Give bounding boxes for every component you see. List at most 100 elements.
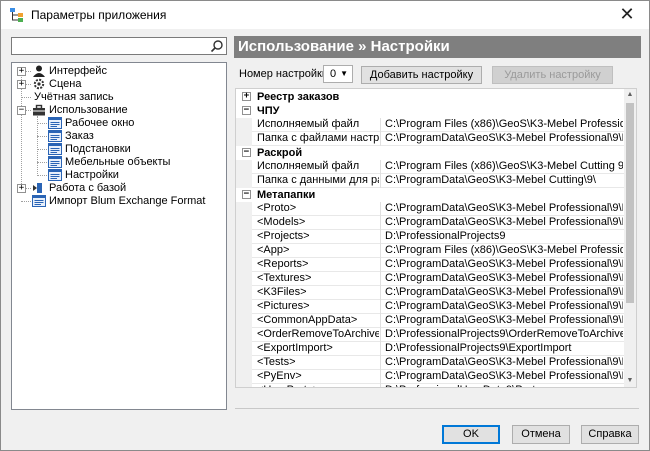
- tree-connector: [37, 149, 47, 150]
- tree-item-учётная-запись[interactable]: Учётная запись: [12, 91, 226, 104]
- row-gutter: [236, 286, 252, 300]
- property-row[interactable]: <K3Files> C:\ProgramData\GeoS\K3-Mebel Pr…: [236, 286, 625, 300]
- setting-number-select[interactable]: 0 ▼: [323, 65, 353, 83]
- property-row[interactable]: Исполняемый файл C:\Program Files (x86)\G…: [236, 160, 625, 174]
- add-setting-button[interactable]: Добавить настройку: [361, 66, 482, 84]
- property-value[interactable]: D:\ProfessionalProjects9: [385, 230, 623, 244]
- cancel-button[interactable]: Отмена: [512, 425, 570, 444]
- property-value[interactable]: C:\ProgramData\GeoS\K3-Mebel Professiona…: [385, 272, 623, 286]
- property-value[interactable]: C:\ProgramData\GeoS\K3-Mebel Professiona…: [385, 132, 623, 146]
- gear-icon-graphic: [33, 78, 45, 90]
- search-icon[interactable]: [210, 39, 224, 53]
- property-row[interactable]: <Pictures> C:\ProgramData\GeoS\K3-Mebel P…: [236, 300, 625, 314]
- tree-connector: [37, 136, 47, 137]
- property-value[interactable]: C:\ProgramData\GeoS\K3-Mebel Professiona…: [385, 286, 623, 300]
- property-value[interactable]: C:\ProgramData\GeoS\K3-Mebel Professiona…: [385, 300, 623, 314]
- collapse-icon[interactable]: −: [242, 190, 251, 199]
- search-input[interactable]: [12, 38, 206, 54]
- tree-item-настройки[interactable]: Настройки: [12, 169, 226, 182]
- column-separator[interactable]: [380, 300, 381, 314]
- property-value[interactable]: C:\ProgramData\GeoS\K3-Mebel Professiona…: [385, 258, 623, 272]
- tree-item-рабочее-окно[interactable]: Рабочее окно: [12, 117, 226, 130]
- category-раскрой[interactable]: − Раскрой: [236, 146, 625, 160]
- collapse-icon[interactable]: −: [242, 106, 251, 115]
- property-row[interactable]: <PyEnv> C:\ProgramData\GeoS\K3-Mebel Prof…: [236, 370, 625, 384]
- tree-item-работа-с-базой[interactable]: + Работа с базой: [12, 182, 226, 195]
- ok-button[interactable]: OK: [442, 425, 500, 444]
- row-gutter: [236, 118, 252, 132]
- property-row[interactable]: <UserProto> D:\ProfessionalUserData9\Prot…: [236, 384, 625, 387]
- column-separator[interactable]: [380, 202, 381, 216]
- property-row[interactable]: Папка с данными для раск... C:\ProgramDat…: [236, 174, 625, 188]
- property-name: <UserProto>: [257, 384, 379, 387]
- tree-item-интерфейс[interactable]: + Интерфейс: [12, 65, 226, 78]
- property-value[interactable]: C:\Program Files (x86)\GeoS\K3-Mebel Pro…: [385, 118, 623, 132]
- property-row[interactable]: <Reports> C:\ProgramData\GeoS\K3-Mebel Pr…: [236, 258, 625, 272]
- property-row[interactable]: <Tests> C:\ProgramData\GeoS\K3-Mebel Prof…: [236, 356, 625, 370]
- scroll-up-icon[interactable]: ▲: [624, 89, 636, 101]
- property-row[interactable]: Исполняемый файл C:\Program Files (x86)\G…: [236, 118, 625, 132]
- property-row[interactable]: <OrderRemoveToArchive> D:\ProfessionalPro…: [236, 328, 625, 342]
- property-value[interactable]: D:\ProfessionalUserData9\Proto: [385, 384, 623, 387]
- collapse-icon[interactable]: −: [17, 106, 26, 115]
- delete-setting-button[interactable]: Удалить настройку: [492, 66, 613, 84]
- property-value[interactable]: C:\ProgramData\GeoS\K3-Mebel Professiona…: [385, 370, 623, 384]
- expand-icon[interactable]: +: [242, 92, 251, 101]
- property-row[interactable]: <Textures> C:\ProgramData\GeoS\K3-Mebel P…: [236, 272, 625, 286]
- column-separator[interactable]: [380, 272, 381, 286]
- property-row[interactable]: <App> C:\Program Files (x86)\GeoS\K3-Mebe…: [236, 244, 625, 258]
- column-separator[interactable]: [380, 356, 381, 370]
- column-separator[interactable]: [380, 328, 381, 342]
- expand-icon[interactable]: +: [17, 67, 26, 76]
- property-value[interactable]: C:\Program Files (x86)\GeoS\K3-Mebel Cut…: [385, 160, 623, 174]
- column-separator[interactable]: [380, 118, 381, 132]
- scroll-thumb[interactable]: [626, 103, 634, 303]
- column-separator[interactable]: [380, 174, 381, 188]
- property-row[interactable]: <ExportImport> D:\ProfessionalProjects9\E…: [236, 342, 625, 356]
- property-value[interactable]: C:\ProgramData\GeoS\K3-Mebel Professiona…: [385, 202, 623, 216]
- property-row[interactable]: <Projects> D:\ProfessionalProjects9: [236, 230, 625, 244]
- column-separator[interactable]: [380, 342, 381, 356]
- column-separator[interactable]: [380, 258, 381, 272]
- tree-item-label: Использование: [49, 104, 128, 116]
- collapse-icon[interactable]: −: [242, 148, 251, 157]
- expand-icon[interactable]: +: [17, 184, 26, 193]
- property-value[interactable]: C:\ProgramData\GeoS\K3-Mebel Professiona…: [385, 356, 623, 370]
- tree-item-сцена[interactable]: + Сцена: [12, 78, 226, 91]
- property-value[interactable]: C:\ProgramData\GeoS\K3-Mebel Cutting\9\: [385, 174, 623, 188]
- column-separator[interactable]: [380, 314, 381, 328]
- property-row[interactable]: <CommonAppData> C:\ProgramData\GeoS\K3-Me…: [236, 314, 625, 328]
- help-button[interactable]: Справка: [581, 425, 639, 444]
- property-value[interactable]: D:\ProfessionalProjects9\OrderRemoveToAr…: [385, 328, 623, 342]
- tree-item-мебельные-объекты[interactable]: Мебельные объекты: [12, 156, 226, 169]
- column-separator[interactable]: [380, 286, 381, 300]
- property-name: <Proto>: [257, 202, 297, 214]
- property-value[interactable]: C:\Program Files (x86)\GeoS\K3-Mebel Pro…: [385, 244, 623, 258]
- column-separator[interactable]: [380, 244, 381, 258]
- scroll-down-icon[interactable]: ▼: [624, 375, 636, 387]
- property-row[interactable]: <Models> C:\ProgramData\GeoS\K3-Mebel Pro…: [236, 216, 625, 230]
- column-separator[interactable]: [380, 160, 381, 174]
- category-метапапки[interactable]: − Метапапки: [236, 188, 625, 202]
- property-row[interactable]: <Proto> C:\ProgramData\GeoS\K3-Mebel Prof…: [236, 202, 625, 216]
- property-value[interactable]: C:\ProgramData\GeoS\K3-Mebel Professiona…: [385, 216, 623, 230]
- column-separator[interactable]: [380, 384, 381, 387]
- tree-item-заказ[interactable]: Заказ: [12, 130, 226, 143]
- toolbox-icon-graphic: [33, 104, 45, 116]
- tree-item-использование[interactable]: − Использование: [12, 104, 226, 117]
- close-button[interactable]: ✕: [605, 1, 649, 29]
- property-row[interactable]: Папка с файлами настройки C:\ProgramData\…: [236, 132, 625, 146]
- property-value[interactable]: D:\ProfessionalProjects9\ExportImport: [385, 342, 623, 356]
- row-gutter: [236, 356, 252, 370]
- vertical-scrollbar[interactable]: ▲ ▼: [624, 89, 636, 387]
- category-чпу[interactable]: − ЧПУ: [236, 104, 625, 118]
- column-separator[interactable]: [380, 216, 381, 230]
- column-separator[interactable]: [380, 370, 381, 384]
- expand-icon[interactable]: +: [17, 80, 26, 89]
- tree-item-импорт-blum-exchange-format[interactable]: Импорт Blum Exchange Format: [12, 195, 226, 208]
- column-separator[interactable]: [380, 132, 381, 146]
- category-реестр-заказов[interactable]: + Реестр заказов: [236, 90, 625, 104]
- tree-item-подстановки[interactable]: Подстановки: [12, 143, 226, 156]
- property-value[interactable]: C:\ProgramData\GeoS\K3-Mebel Professiona…: [385, 314, 623, 328]
- column-separator[interactable]: [380, 230, 381, 244]
